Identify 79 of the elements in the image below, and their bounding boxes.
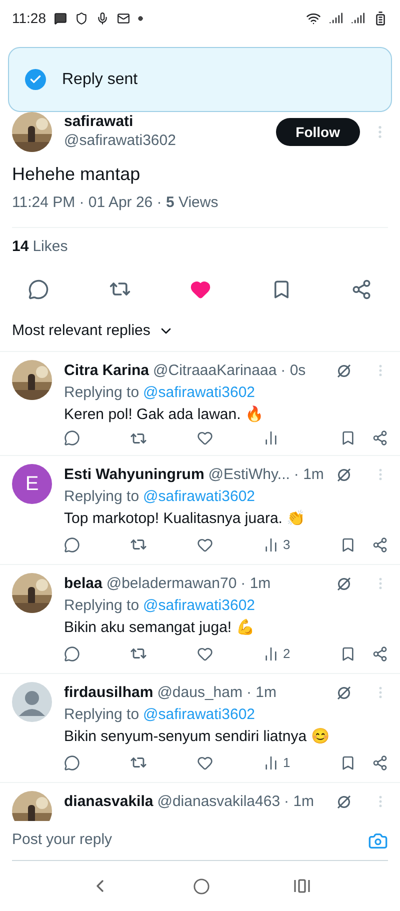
- follow-button[interactable]: Follow: [276, 118, 360, 146]
- share-icon[interactable]: [372, 536, 388, 552]
- mic-icon: [96, 12, 109, 24]
- wifi-icon: [306, 10, 321, 26]
- like-icon[interactable]: [190, 278, 211, 300]
- reply-text: Bikin aku semangat juga! 💪: [64, 618, 256, 638]
- views-count: 3: [283, 536, 290, 554]
- toast-message: Reply sent: [62, 70, 138, 90]
- bookmark-icon[interactable]: [340, 536, 356, 552]
- likes-label: Likes: [32, 236, 68, 256]
- replying-to-label: Replying to: [64, 486, 140, 506]
- bookmark-icon[interactable]: [340, 754, 356, 770]
- author-name[interactable]: safirawati: [64, 113, 264, 132]
- share-icon[interactable]: [351, 278, 372, 300]
- dot-icon: [138, 16, 143, 20]
- post-text: Hehehe mantap: [11, 163, 142, 186]
- reply-time: · 0s: [280, 360, 306, 380]
- reply-author-name[interactable]: belaa: [64, 572, 102, 594]
- reply-author-name[interactable]: Citra Karina: [64, 360, 150, 382]
- reply-field[interactable]: Post your reply: [12, 829, 368, 852]
- like-icon[interactable]: [197, 754, 213, 770]
- reply-author-handle[interactable]: @dianasvakila463: [157, 790, 280, 812]
- reply-icon[interactable]: [64, 754, 80, 770]
- shield-icon: [75, 12, 88, 24]
- share-icon[interactable]: [372, 430, 388, 446]
- reply-author-name[interactable]: dianasvakila: [64, 790, 154, 812]
- reply-time: · 1m: [246, 682, 276, 702]
- like-icon[interactable]: [197, 646, 213, 662]
- reply-icon[interactable]: [64, 646, 80, 662]
- share-icon[interactable]: [372, 754, 388, 770]
- recents-icon[interactable]: [292, 878, 310, 894]
- signal-icon: [351, 11, 365, 25]
- bookmark-icon[interactable]: [340, 646, 356, 662]
- reply-text: Keren pol! Gak ada lawan. 🔥: [64, 404, 265, 424]
- replying-to-label: Replying to: [64, 704, 140, 724]
- reply-text: Top markotop! Kualitasnya juara. 👏: [64, 508, 307, 528]
- reply-author-handle[interactable]: @CitraaaKarinaaa: [153, 360, 277, 382]
- bookmark-icon[interactable]: [340, 430, 356, 446]
- views-count: 2: [283, 644, 290, 662]
- reply-icon[interactable]: [64, 536, 80, 552]
- mail-icon: [117, 12, 130, 24]
- reply-text: Bikin senyum-senyum sendiri liatnya 😊: [64, 726, 331, 746]
- status-time: 11:28: [12, 9, 46, 28]
- views-icon[interactable]: [263, 536, 279, 552]
- replying-to-label: Replying to: [64, 596, 140, 616]
- reply-time: · 1m: [240, 574, 271, 594]
- battery-icon: [373, 10, 388, 26]
- like-icon[interactable]: [197, 430, 213, 446]
- views-icon[interactable]: [263, 754, 279, 770]
- post-meta: 11:24 PM · 01 Apr 26 · 5 Views: [11, 193, 220, 213]
- reply-author-handle[interactable]: @daus_ham: [157, 682, 242, 704]
- chat-icon: [54, 12, 67, 24]
- reply-time: · 1m: [284, 792, 314, 812]
- slashed-circle-icon[interactable]: [335, 466, 353, 484]
- camera-icon[interactable]: [368, 830, 388, 850]
- share-icon[interactable]: [372, 646, 388, 662]
- reply-icon[interactable]: [28, 278, 49, 300]
- reply-icon[interactable]: [64, 430, 80, 446]
- like-icon[interactable]: [197, 536, 213, 552]
- reply-author-handle[interactable]: @beladermawan70: [106, 572, 237, 594]
- slashed-circle-icon[interactable]: [335, 574, 353, 592]
- signal-icon: [329, 11, 343, 25]
- views-count: 1: [283, 754, 290, 772]
- person-avatar-icon[interactable]: [12, 682, 52, 722]
- slashed-circle-icon[interactable]: [335, 792, 353, 810]
- slashed-circle-icon[interactable]: [335, 684, 353, 702]
- home-icon[interactable]: [192, 878, 210, 894]
- slashed-circle-icon[interactable]: [335, 362, 353, 380]
- views-icon[interactable]: [263, 430, 279, 446]
- reply-author-handle[interactable]: @EstiWhy...: [208, 464, 290, 486]
- likes-count: 14: [12, 236, 29, 256]
- letter-avatar[interactable]: E: [12, 464, 52, 504]
- sort-dropdown[interactable]: Most relevant replies: [0, 320, 186, 342]
- replying-to-label: Replying to: [64, 382, 140, 402]
- reply-author-name[interactable]: Esti Wahyuningrum: [64, 464, 204, 486]
- views-icon[interactable]: [263, 646, 279, 662]
- reply-time: · 1m: [294, 464, 324, 484]
- reply-author-name[interactable]: firdausilham: [64, 682, 154, 704]
- author-handle[interactable]: @safirawati3602: [64, 132, 264, 151]
